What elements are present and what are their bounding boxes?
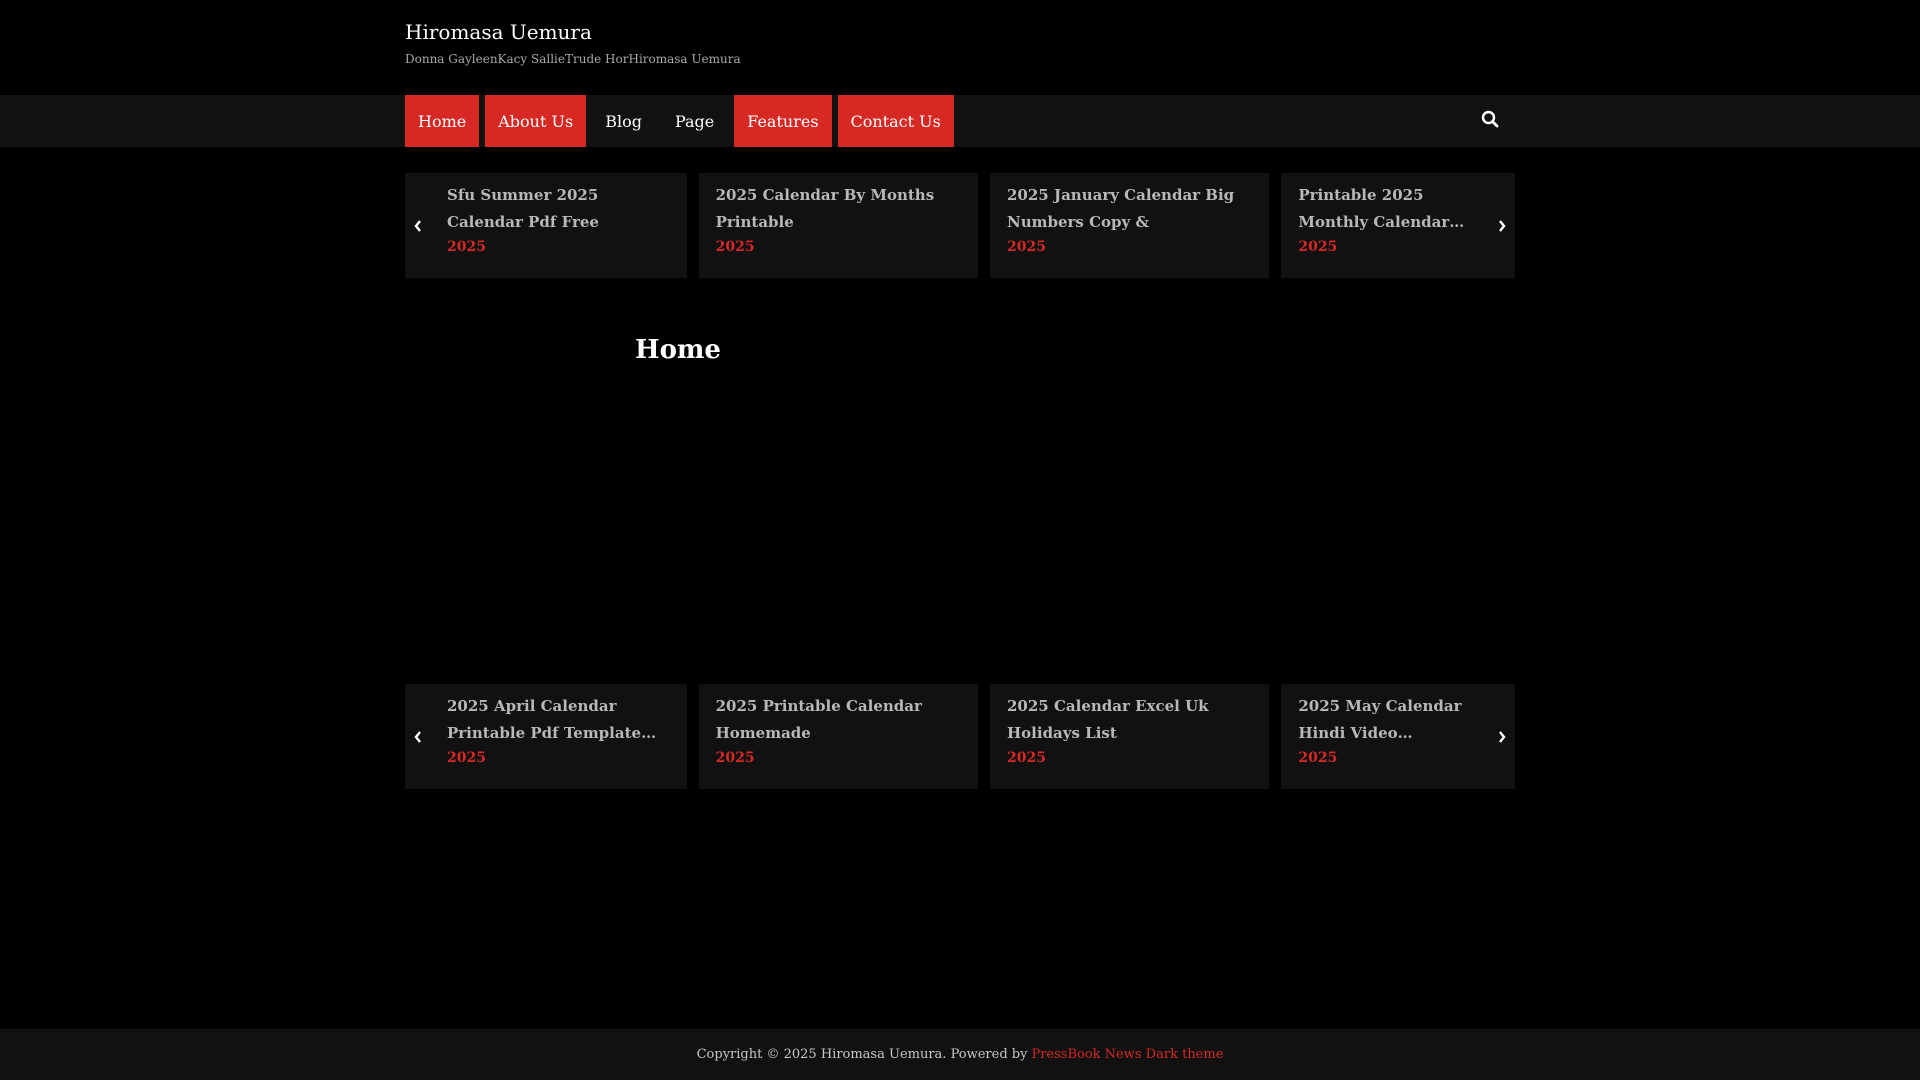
card-title[interactable]: 2025 April Calendar Printable Pdf Templa… — [447, 693, 670, 747]
content-area — [0, 278, 1920, 684]
chevron-left-icon — [414, 219, 421, 232]
footer-theme-link[interactable]: PressBook News Dark theme — [1031, 1047, 1223, 1062]
card-title[interactable]: 2025 January Calendar Big Numbers Copy & — [1007, 182, 1252, 236]
slider-card[interactable]: 2025 Printable Calendar Homemade 2025 — [698, 684, 978, 789]
card-title[interactable]: 2025 Calendar By Months Printable — [716, 182, 961, 236]
card-title[interactable]: 2025 May Calendar Hindi Video Download — [1298, 693, 1485, 747]
chevron-right-icon — [1499, 219, 1506, 232]
card-category[interactable]: 2025 — [1298, 239, 1337, 255]
card-category[interactable]: 2025 — [1298, 750, 1337, 766]
slider-card[interactable]: 2025 Calendar Excel Uk Holidays List 202… — [990, 684, 1270, 789]
chevron-left-icon — [414, 730, 421, 743]
slider-card[interactable]: 2025 May Calendar Hindi Video Download 2… — [1281, 684, 1515, 789]
card-title[interactable]: 2025 Printable Calendar Homemade — [716, 693, 961, 747]
site-header: Hiromasa Uemura Donna GayleenKacy Sallie… — [0, 0, 1920, 95]
main-nav: Home About Us Blog Page Features Contact… — [0, 95, 1920, 147]
slider-next-button[interactable] — [1489, 173, 1515, 278]
slider-card[interactable]: Sfu Summer 2025 Calendar Pdf Free 2025 — [405, 173, 687, 278]
nav-item-home[interactable]: Home — [405, 95, 480, 147]
nav-item-features[interactable]: Features — [734, 95, 832, 147]
card-category[interactable]: 2025 — [716, 750, 755, 766]
card-category[interactable]: 2025 — [1007, 239, 1046, 255]
nav-item-about-us[interactable]: About Us — [485, 95, 587, 147]
nav-item-blog[interactable]: Blog — [592, 95, 655, 147]
card-category[interactable]: 2025 — [716, 239, 755, 255]
bottom-post-slider: 2025 April Calendar Printable Pdf Templa… — [405, 684, 1515, 789]
slider-prev-button[interactable] — [405, 684, 431, 789]
page-title: Home — [635, 335, 721, 365]
chevron-right-icon — [1499, 730, 1506, 743]
search-icon[interactable] — [1481, 110, 1503, 132]
site-footer: Copyright © 2025 Hiromasa Uemura. Powere… — [0, 1029, 1920, 1080]
nav-item-contact-us[interactable]: Contact Us — [837, 95, 954, 147]
card-title[interactable]: 2025 Calendar Excel Uk Holidays List — [1007, 693, 1252, 747]
card-category[interactable]: 2025 — [447, 239, 486, 255]
top-post-slider: Sfu Summer 2025 Calendar Pdf Free 2025 2… — [405, 173, 1515, 278]
site-description: Donna GayleenKacy SallieTrude HorHiromas… — [405, 52, 741, 66]
slider-card[interactable]: 2025 April Calendar Printable Pdf Templa… — [405, 684, 687, 789]
site-title[interactable]: Hiromasa Uemura — [405, 20, 592, 44]
nav-item-page[interactable]: Page — [662, 95, 727, 147]
card-title[interactable]: Printable 2025 Monthly Calendar Free Dow… — [1298, 182, 1485, 236]
slider-card[interactable]: Printable 2025 Monthly Calendar Free Dow… — [1281, 173, 1515, 278]
footer-copyright: Copyright © 2025 Hiromasa Uemura. Powere… — [696, 1047, 1028, 1062]
card-title[interactable]: Sfu Summer 2025 Calendar Pdf Free — [447, 182, 670, 236]
slider-card[interactable]: 2025 Calendar By Months Printable 2025 — [698, 173, 978, 278]
slider-next-button[interactable] — [1489, 684, 1515, 789]
slider-prev-button[interactable] — [405, 173, 431, 278]
card-category[interactable]: 2025 — [1007, 750, 1046, 766]
card-category[interactable]: 2025 — [447, 750, 486, 766]
slider-card[interactable]: 2025 January Calendar Big Numbers Copy &… — [990, 173, 1270, 278]
